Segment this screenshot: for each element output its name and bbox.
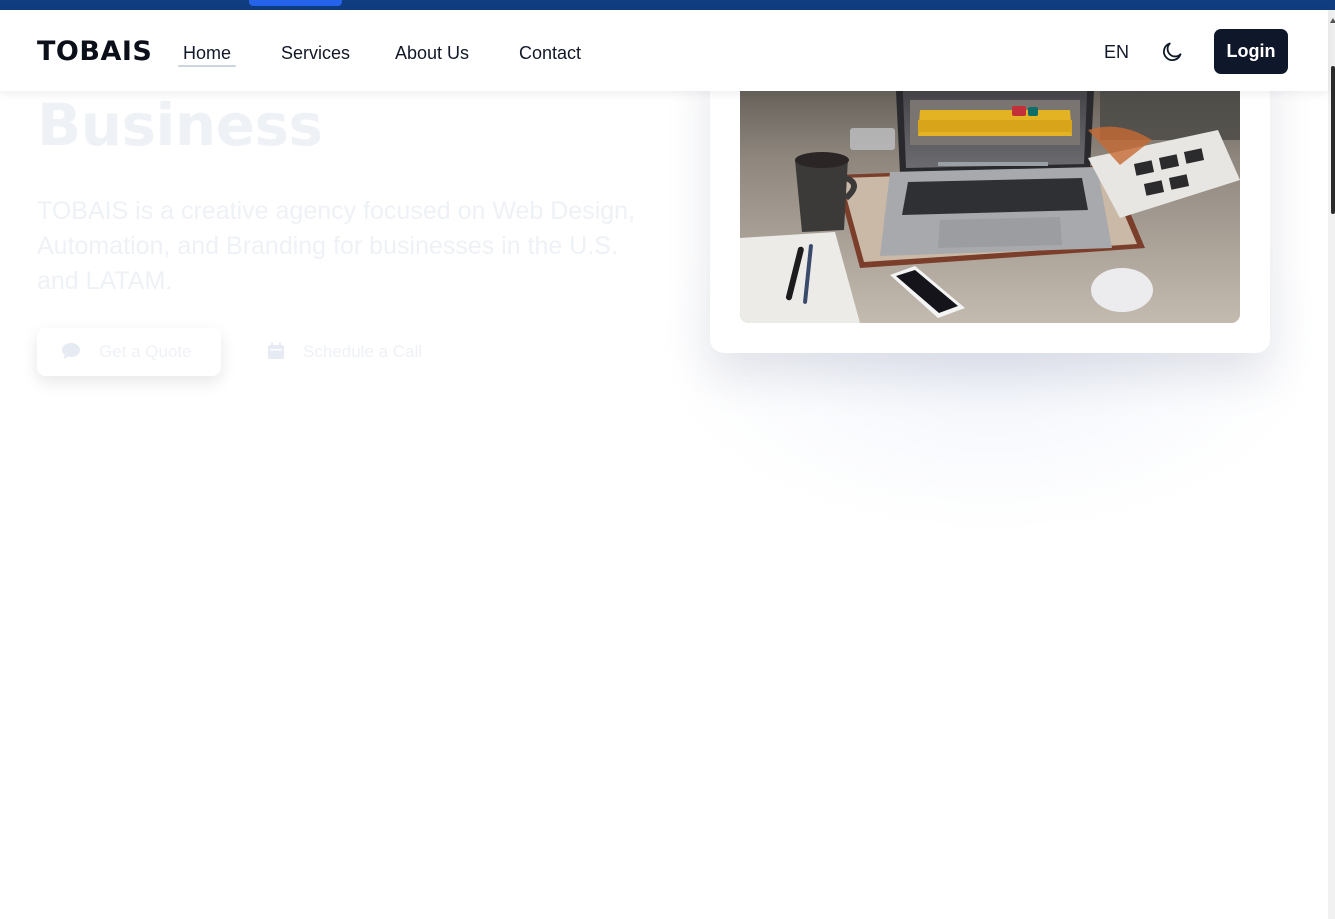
get-a-quote-label: Get a Quote [99, 342, 192, 361]
login-button[interactable]: Login [1214, 29, 1288, 74]
schedule-a-call-label: Schedule a Call [303, 342, 423, 361]
hero-image [740, 70, 1240, 323]
navbar: TOBAIS Home Services About Us Contact EN… [0, 10, 1328, 91]
nav-item-services[interactable]: Services [281, 43, 350, 64]
scroll-up-arrow-icon[interactable] [1330, 18, 1335, 23]
calendar-icon [268, 342, 284, 359]
get-a-quote-button[interactable]: Get a Quote [37, 328, 221, 376]
laptop-desk-photo-icon [740, 70, 1240, 323]
nav-item-about-us[interactable]: About Us [395, 43, 469, 64]
active-tab-indicator[interactable] [249, 0, 342, 6]
language-selector[interactable]: EN [1104, 42, 1129, 63]
logo[interactable]: TOBAIS [37, 36, 152, 67]
schedule-a-call-button[interactable]: Schedule a Call [245, 328, 445, 376]
moon-icon[interactable] [1160, 40, 1184, 64]
hero-title: Business [37, 91, 323, 159]
nav-item-home[interactable]: Home [183, 43, 231, 64]
scrollbar-thumb[interactable] [1331, 66, 1335, 214]
nav-home-active-underline [178, 65, 236, 67]
browser-top-strip [0, 0, 1335, 10]
nav-item-contact[interactable]: Contact [519, 43, 581, 64]
page: Business TOBAIS is a creative agency foc… [0, 0, 1335, 919]
chat-bubble-icon [62, 343, 80, 359]
hero-description: TOBAIS is a creative agency focused on W… [37, 197, 635, 295]
